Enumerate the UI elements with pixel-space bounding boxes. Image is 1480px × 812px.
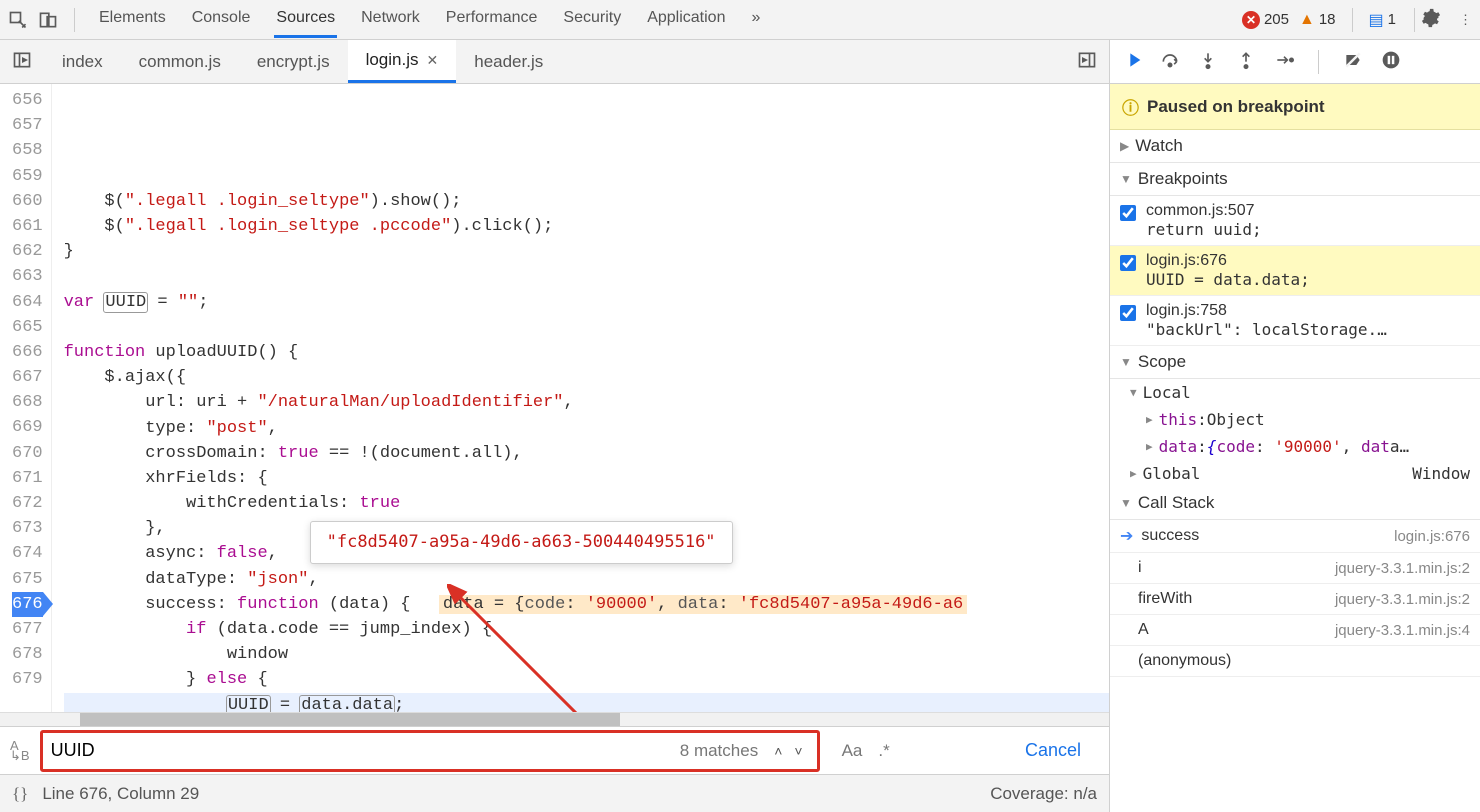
error-count[interactable]: ✕205 xyxy=(1242,11,1289,29)
code-line[interactable]: dataType: "json", xyxy=(64,567,1109,592)
tab-security[interactable]: Security xyxy=(561,1,623,38)
device-toggle-icon[interactable] xyxy=(38,10,58,30)
hover-value-tooltip: "fc8d5407-a95a-49d6-a663-500440495516" xyxy=(310,521,733,564)
code-line[interactable]: if (data.code == jump_index) { xyxy=(64,617,1109,642)
navigator-toggle-icon[interactable] xyxy=(0,50,44,73)
status-bar: {} Line 676, Column 29 Coverage: n/a xyxy=(0,774,1109,812)
scope-local[interactable]: ▼Local xyxy=(1110,379,1480,406)
tab-sources[interactable]: Sources xyxy=(274,1,337,38)
code-line[interactable]: var UUID = ""; xyxy=(64,290,1109,315)
code-line[interactable]: function uploadUUID() { xyxy=(64,340,1109,365)
code-line[interactable] xyxy=(64,264,1109,289)
tab-more-icon[interactable]: » xyxy=(749,1,762,38)
code-line[interactable]: window xyxy=(64,642,1109,667)
file-tab-login[interactable]: login.js✕ xyxy=(348,40,457,83)
run-snippet-icon[interactable] xyxy=(1065,50,1109,73)
tab-network[interactable]: Network xyxy=(359,1,422,38)
code-line[interactable]: success: function (data) { data = {code:… xyxy=(64,592,1109,617)
code-line[interactable]: url: uri + "/naturalMan/uploadIdentifier… xyxy=(64,390,1109,415)
find-prev-icon[interactable]: ˄ xyxy=(768,743,788,759)
match-case-toggle[interactable]: Aa xyxy=(842,741,863,761)
file-tabs: index common.js encrypt.js login.js✕ hea… xyxy=(0,40,1109,84)
code-line[interactable]: crossDomain: true == !(document.all), xyxy=(64,441,1109,466)
pretty-print-icon[interactable]: {} xyxy=(12,784,28,804)
watch-section[interactable]: ▶Watch xyxy=(1110,130,1480,163)
line-gutter[interactable]: 6566576586596606616626636646656666676686… xyxy=(0,84,52,712)
scope-data[interactable]: ▶data: {code: '90000', data… xyxy=(1110,433,1480,460)
code-line[interactable]: xhrFields: { xyxy=(64,466,1109,491)
message-count[interactable]: ▤1 xyxy=(1369,10,1396,30)
tab-console[interactable]: Console xyxy=(190,1,253,38)
scope-this[interactable]: ▶this: Object xyxy=(1110,406,1480,433)
inspect-icon[interactable] xyxy=(8,10,28,30)
tab-elements[interactable]: Elements xyxy=(97,1,168,38)
breakpoint-checkbox[interactable] xyxy=(1120,305,1136,321)
call-stack-section[interactable]: ▼Call Stack xyxy=(1110,487,1480,520)
code-line[interactable]: $(".legall .login_seltype .pccode").clic… xyxy=(64,214,1109,239)
breakpoints-section[interactable]: ▼Breakpoints xyxy=(1110,163,1480,196)
find-match-count: 8 matches xyxy=(680,741,758,761)
horizontal-scrollbar[interactable] xyxy=(0,712,1109,726)
warning-count[interactable]: ▲18 xyxy=(1299,11,1336,29)
devtools-toolbar: Elements Console Sources Network Perform… xyxy=(0,0,1480,40)
find-cancel-button[interactable]: Cancel xyxy=(1025,740,1081,761)
file-tab-index[interactable]: index xyxy=(44,42,121,82)
paused-banner: ⓘ Paused on breakpoint xyxy=(1110,84,1480,130)
tab-application[interactable]: Application xyxy=(645,1,727,38)
step-icon[interactable] xyxy=(1274,50,1294,73)
pause-on-exceptions-icon[interactable] xyxy=(1381,50,1401,73)
coverage-status: Coverage: n/a xyxy=(990,784,1097,804)
debugger-panel: ⓘ Paused on breakpoint ▶Watch ▼Breakpoin… xyxy=(1110,40,1480,812)
kebab-menu-icon[interactable]: ⋮ xyxy=(1459,12,1472,28)
code-editor[interactable]: 6566576586596606616626636646656666676686… xyxy=(0,84,1109,712)
callstack-frame[interactable]: fireWithjquery-3.3.1.min.js:2 xyxy=(1110,584,1480,615)
code-line[interactable]: withCredentials: true xyxy=(64,491,1109,516)
find-next-icon[interactable]: ˅ xyxy=(788,743,808,759)
status-chips: ✕205 ▲18 ▤1 xyxy=(1242,8,1396,32)
breakpoint-checkbox[interactable] xyxy=(1120,255,1136,271)
scope-section[interactable]: ▼Scope xyxy=(1110,346,1480,379)
step-out-icon[interactable] xyxy=(1236,50,1256,73)
code-line[interactable]: $.ajax({ xyxy=(64,365,1109,390)
code-line[interactable]: $(".legall .login_seltype").show(); xyxy=(64,189,1109,214)
file-tab-encrypt[interactable]: encrypt.js xyxy=(239,42,348,82)
tab-performance[interactable]: Performance xyxy=(444,1,540,38)
breakpoint-checkbox[interactable] xyxy=(1120,205,1136,221)
scope-global[interactable]: ▶GlobalWindow xyxy=(1110,460,1480,487)
debug-controls xyxy=(1110,40,1480,84)
code-line[interactable]: } else { xyxy=(64,667,1109,692)
breakpoint-item[interactable]: login.js:676UUID = data.data; xyxy=(1110,246,1480,296)
find-bar: A↳B 8 matches ˄ ˅ Aa .* Cancel xyxy=(0,726,1109,774)
code-line[interactable] xyxy=(64,315,1109,340)
settings-icon[interactable] xyxy=(1421,8,1441,31)
breakpoint-item[interactable]: login.js:758"backUrl": localStorage.… xyxy=(1110,296,1480,346)
step-into-icon[interactable] xyxy=(1198,50,1218,73)
file-tab-header[interactable]: header.js xyxy=(456,42,561,82)
deactivate-breakpoints-icon[interactable] xyxy=(1343,50,1363,73)
replace-toggle-icon[interactable]: A↳B xyxy=(10,741,30,761)
code-line[interactable]: } xyxy=(64,239,1109,264)
code-line[interactable]: type: "post", xyxy=(64,416,1109,441)
source-panel: index common.js encrypt.js login.js✕ hea… xyxy=(0,40,1110,812)
breakpoint-item[interactable]: common.js:507return uuid; xyxy=(1110,196,1480,246)
regex-toggle[interactable]: .* xyxy=(878,741,889,761)
callstack-frame[interactable]: ➔successlogin.js:676 xyxy=(1110,520,1480,553)
cursor-position: Line 676, Column 29 xyxy=(42,784,199,804)
find-input[interactable] xyxy=(51,740,680,761)
info-icon: ⓘ xyxy=(1122,94,1139,119)
callstack-frame[interactable]: Ajquery-3.3.1.min.js:4 xyxy=(1110,615,1480,646)
close-icon[interactable]: ✕ xyxy=(427,52,439,69)
inline-value: data = {code: '90000', data: 'fc8d5407-a… xyxy=(439,595,967,614)
panel-tabs: Elements Console Sources Network Perform… xyxy=(97,1,762,38)
file-tab-common[interactable]: common.js xyxy=(121,42,239,82)
callstack-frame[interactable]: ijquery-3.3.1.min.js:2 xyxy=(1110,553,1480,584)
resume-icon[interactable] xyxy=(1122,50,1142,73)
code-line[interactable]: UUID = data.data; xyxy=(64,693,1109,712)
step-over-icon[interactable] xyxy=(1160,50,1180,73)
callstack-frame[interactable]: (anonymous) xyxy=(1110,646,1480,677)
code-body[interactable]: "fc8d5407-a95a-49d6-a663-500440495516" $… xyxy=(52,84,1109,712)
